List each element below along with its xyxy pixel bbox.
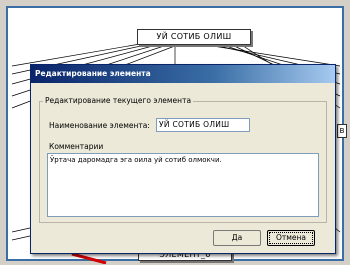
dialog-titlebar[interactable]: Редактирование элемента [31, 65, 335, 83]
top-node[interactable]: УЙ СОТИБ ОЛИШ [137, 29, 251, 45]
group-title: Редактирование текущего элемента [43, 96, 194, 105]
top-node-label: УЙ СОТИБ ОЛИШ [156, 32, 232, 41]
edit-element-dialog: Редактирование элемента Редактирование т… [30, 64, 336, 254]
comments-label: Комментарии [49, 142, 104, 151]
right-node-label: В [339, 127, 345, 135]
right-node[interactable]: В [337, 124, 347, 138]
ok-button[interactable]: Да [213, 230, 261, 246]
name-field[interactable]: УЙ СОТИБ ОЛИШ [156, 118, 250, 132]
name-label: Наименование элемента: [49, 121, 150, 130]
cancel-button[interactable]: Отмена [267, 230, 315, 246]
dialog-title: Редактирование элемента [35, 69, 151, 78]
comments-field[interactable]: Ўртача даромадга эга оила уй сотиб олмок… [47, 153, 319, 217]
